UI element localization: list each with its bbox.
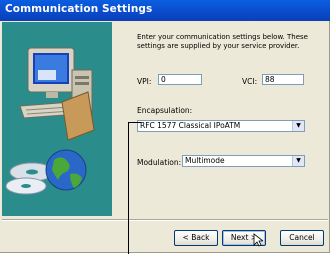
encapsulation-value: RFC 1577 Classical IPoATM — [140, 121, 241, 130]
computer-illustration-icon — [2, 22, 112, 216]
cancel-button[interactable]: Cancel — [280, 230, 324, 246]
modulation-label: Modulation: — [137, 158, 182, 167]
vci-input[interactable]: 88 — [262, 74, 304, 85]
title-bar: Communication Settings — [0, 0, 330, 21]
back-button[interactable]: < Back — [174, 230, 218, 246]
wizard-side-image — [2, 22, 112, 216]
annotation-line-horizontal — [128, 122, 141, 123]
encapsulation-label: Encapsulation: — [137, 106, 193, 115]
window-title: Communication Settings — [5, 3, 153, 15]
vci-label: VCI: — [242, 77, 258, 86]
annotation-line-vertical — [128, 122, 129, 254]
dropdown-arrow-icon[interactable]: ▼ — [292, 156, 304, 166]
vpi-input[interactable]: 0 — [158, 74, 202, 85]
separator — [2, 219, 328, 221]
communication-settings-dialog: Communication Settings Enter your commun… — [0, 0, 330, 253]
modulation-value: Multimode — [185, 156, 225, 165]
instructions-text: Enter your communication settings below.… — [137, 33, 308, 50]
mouse-cursor-icon — [253, 233, 263, 247]
modulation-select[interactable]: Multimode ▼ — [182, 155, 305, 167]
dropdown-arrow-icon[interactable]: ▼ — [292, 121, 304, 131]
encapsulation-select[interactable]: RFC 1577 Classical IPoATM ▼ — [137, 120, 305, 132]
vpi-label: VPI: — [137, 77, 152, 86]
